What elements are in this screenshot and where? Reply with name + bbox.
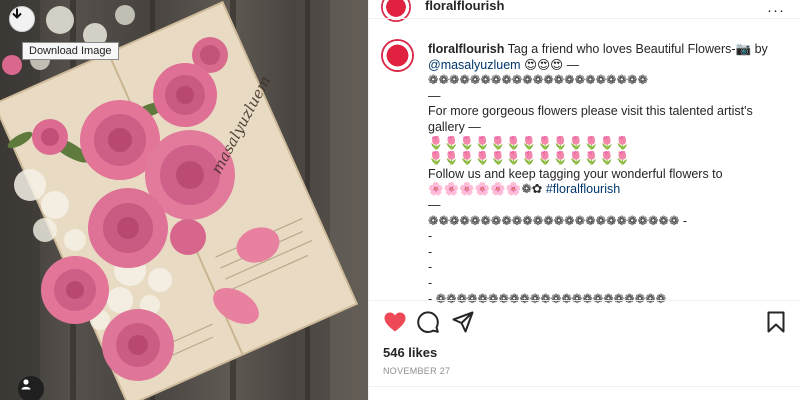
comment-button[interactable] <box>417 311 439 333</box>
likes-count[interactable]: 546 likes <box>383 345 437 360</box>
caption-line: 🌷🌷🌷🌷🌷🌷🌷🌷🌷🌷🌷🌷🌷 <box>428 151 631 166</box>
user-tag-icon <box>21 379 31 390</box>
actions-divider <box>369 300 800 301</box>
share-button[interactable] <box>452 311 474 333</box>
flower-photo-image: masalyuzluem <box>0 0 368 400</box>
caption-line: ❁❁❁❁❁❁❁❁❁❁❁❁❁❁❁❁❁❁❁❁❁❁❁❁ - <box>428 213 688 228</box>
download-tooltip: Download Image <box>22 42 119 60</box>
header-divider <box>369 18 800 19</box>
download-button[interactable] <box>9 6 35 32</box>
comment-icon <box>417 311 439 333</box>
caption-line: - <box>428 244 433 259</box>
bookmark-icon <box>767 311 785 333</box>
post-caption: floralflourish Tag a friend who loves Be… <box>428 42 788 307</box>
save-button[interactable] <box>767 311 785 333</box>
caption-avatar[interactable] <box>381 39 414 72</box>
caption-line: For more gorgeous flowers please visit t… <box>428 104 753 119</box>
hashtag-link[interactable]: #floralflourish <box>546 182 620 196</box>
caption-line: floralflourish Tag a friend who loves Be… <box>428 42 768 56</box>
caption-line: ❁❁❁❁❁❁❁❁❁❁❁❁❁❁❁❁❁❁❁❁❁ <box>428 73 648 88</box>
caption-line: Follow us and keep tagging your wonderfu… <box>428 166 723 181</box>
caption-line: - <box>428 260 433 275</box>
caption-line: - <box>428 275 433 290</box>
comment-area-divider <box>369 386 800 387</box>
post-date[interactable]: NOVEMBER 27 <box>383 366 450 376</box>
caption-username[interactable]: floralflourish <box>428 42 504 56</box>
caption-line: gallery — <box>428 119 481 134</box>
caption-line: 🌷🌷🌷🌷🌷🌷🌷🌷🌷🌷🌷🌷🌷 <box>428 135 631 150</box>
like-button[interactable] <box>383 311 407 333</box>
heart-icon <box>384 312 406 332</box>
caption-line: — <box>428 88 441 103</box>
caption-line: @masalyuzluem 😍😍😍 — <box>428 57 580 72</box>
caption-line: 🌸🌸🌸🌸🌸🌸❁✿ #floralflourish <box>428 182 621 197</box>
share-icon <box>452 311 474 333</box>
header-username[interactable]: floralflourish <box>425 0 504 13</box>
mention-link[interactable]: @masalyuzluem <box>428 58 521 72</box>
post-details-panel: floralflourish ··· floralflourish Tag a … <box>368 0 800 400</box>
caption-line: - <box>428 229 433 244</box>
more-options-icon[interactable]: ··· <box>767 2 785 19</box>
caption-line: — <box>428 197 441 212</box>
download-icon <box>12 8 22 19</box>
post-photo[interactable]: masalyuzluem Download Image <box>0 0 368 400</box>
tagged-users-button[interactable] <box>18 376 44 400</box>
